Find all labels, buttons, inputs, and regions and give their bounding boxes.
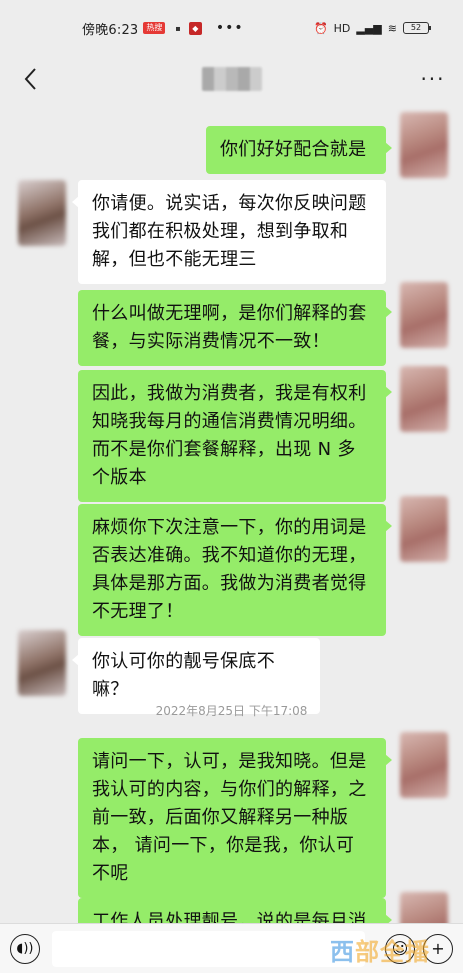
status-right: ⏰ HD ▂▄▆ ≋ 52 — [313, 21, 431, 35]
more-notifications-icon: ••• — [215, 20, 244, 36]
message-bubble-sent[interactable]: 什么叫做无理啊，是你们解释的套 餐，与实际消费情况不一致！ — [78, 290, 392, 366]
chat-header: ··· — [0, 56, 463, 102]
avatar[interactable] — [400, 366, 448, 432]
voice-icon[interactable]: ◖)) — [10, 933, 40, 964]
hot-search-badge: 热搜 — [143, 22, 166, 34]
message-bubble-sent[interactable]: 请问一下，认可，是我知晓。但是 我认可的内容，与你们的解释，之 前一致，后面你又… — [78, 738, 392, 898]
avatar[interactable] — [400, 732, 448, 798]
wifi-icon: ≋ — [387, 21, 397, 35]
contact-name-blurred — [201, 67, 262, 91]
app-notification-icon: ◆ — [188, 21, 202, 35]
message-bubble-sent[interactable]: 你们好好配合就是 — [206, 126, 392, 174]
avatar[interactable] — [400, 496, 448, 562]
chevron-left-icon[interactable] — [0, 56, 60, 102]
status-time: 傍晚6:23 — [82, 22, 139, 38]
alarm-icon: ⏰ — [313, 21, 328, 35]
avatar[interactable] — [400, 892, 448, 923]
message-bubble-sent[interactable]: 工作人员处理靓号，说的是每月消 — [78, 898, 392, 923]
status-bar: 傍晚6:23 热搜 ▪ ◆ ••• ⏰ HD ▂▄▆ ≋ 52 — [0, 0, 463, 56]
chat-timestamp: 2022年8月25日 下午17:08 — [155, 704, 308, 718]
watermark-logo: 西部全播 — [330, 932, 430, 967]
avatar[interactable] — [18, 630, 66, 696]
avatar[interactable] — [400, 282, 448, 348]
message-bubble-sent[interactable]: 麻烦你下次注意一下，你的用词是 否表达准确。我不知道你的无理， 具体是那方面。我… — [78, 504, 392, 636]
watermark-part2: 部全播 — [355, 938, 430, 966]
avatar[interactable] — [400, 112, 448, 178]
avatar[interactable] — [18, 180, 66, 246]
battery-icon: 52 — [403, 22, 431, 34]
signal-icon: ▂▄▆ — [356, 21, 382, 35]
watermark-part1: 西 — [330, 938, 355, 966]
signal-label: HD — [333, 21, 351, 35]
message-input[interactable] — [52, 930, 365, 967]
more-icon[interactable]: ··· — [403, 56, 463, 102]
notification-icon: ▪ — [175, 23, 181, 33]
chat-list[interactable]: 你们好好配合就是 你请便。说实话，每次你反映问题 我们都在积极处理，想到争取和 … — [0, 102, 463, 923]
message-bubble-received[interactable]: 你请便。说实话，每次你反映问题 我们都在积极处理，想到争取和 解，但也不能无理三 — [72, 180, 386, 284]
message-bubble-sent[interactable]: 因此，我做为消费者，我是有权利 知晓我每月的通信消费情况明细。 而不是你们套餐解… — [78, 370, 392, 502]
